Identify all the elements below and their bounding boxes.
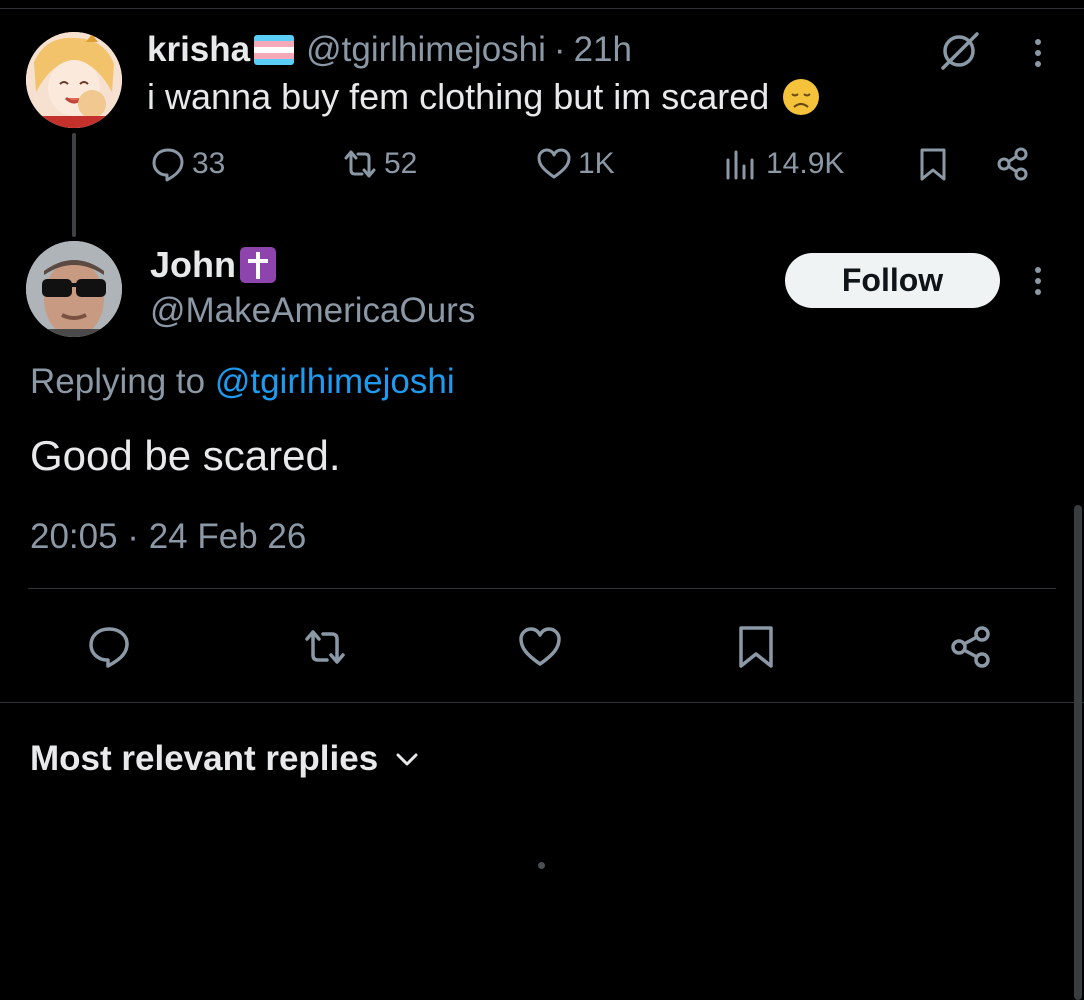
latin-cross-icon: [240, 247, 276, 283]
share-button[interactable]: [948, 624, 994, 670]
repost-button[interactable]: [302, 624, 348, 670]
parent-tweet-text: i wanna buy fem clothing but im scared: [147, 76, 770, 117]
bookmark-button[interactable]: [733, 624, 779, 670]
repost-button[interactable]: 52: [342, 146, 417, 182]
reply-count: 33: [192, 147, 226, 180]
view-count: 14.9K: [766, 147, 845, 180]
grok-icon[interactable]: [938, 28, 982, 72]
avatar-john[interactable]: [26, 241, 122, 337]
reply-display-name-row[interactable]: John: [150, 244, 276, 286]
share-icon: [997, 147, 1028, 181]
heart-icon: [537, 148, 571, 179]
separator-dot: ·: [553, 30, 566, 69]
profile-photo-image: [26, 241, 122, 337]
like-button[interactable]: [517, 624, 563, 670]
replying-to-prefix: Replying to: [30, 362, 215, 401]
bookmark-icon: [739, 626, 773, 668]
parent-tweet-header: krisha @tgirlhimejoshi · 21h: [147, 28, 632, 72]
like-button[interactable]: 1K: [536, 146, 615, 182]
repost-icon: [305, 630, 345, 664]
bookmark-icon: [920, 148, 946, 181]
anime-avatar-image: [26, 32, 122, 128]
replies-sort-dropdown[interactable]: Most relevant replies: [30, 739, 422, 779]
reply-button[interactable]: [86, 624, 132, 670]
reply-tweet-text: Good be scared.: [30, 432, 341, 479]
like-count: 1K: [578, 147, 615, 180]
scrollbar[interactable]: [1074, 505, 1082, 1000]
bookmark-button[interactable]: [915, 146, 957, 182]
parent-action-bar: 33 52 1K 14.9K: [0, 146, 1084, 190]
replying-to-mention-link[interactable]: @tgirlhimejoshi: [215, 362, 455, 401]
disappointed-face-icon: [783, 79, 820, 115]
loading-indicator: [538, 862, 545, 869]
reply-handle[interactable]: @MakeAmericaOurs: [150, 291, 475, 331]
chevron-down-icon: [396, 753, 418, 766]
reply-timestamp[interactable]: 20:05 · 24 Feb 26: [30, 517, 306, 557]
trans-flag-icon: [254, 35, 295, 65]
replies-sort-label: Most relevant replies: [30, 739, 379, 778]
divider: [0, 702, 1084, 703]
views-button[interactable]: 14.9K: [724, 146, 844, 182]
divider: [28, 588, 1056, 589]
follow-button[interactable]: Follow: [785, 253, 1000, 308]
replying-to-line: Replying to @tgirlhimejoshi: [30, 362, 455, 402]
top-divider: [0, 8, 1084, 9]
reply-icon: [152, 148, 184, 182]
parent-handle[interactable]: @tgirlhimejoshi: [306, 30, 546, 70]
reply-display-name[interactable]: John: [150, 244, 236, 286]
more-options-icon[interactable]: [1024, 34, 1052, 74]
repost-count: 52: [384, 147, 418, 180]
reply-button[interactable]: 33: [150, 146, 225, 182]
share-button[interactable]: [995, 146, 1037, 182]
avatar-krisha[interactable]: [26, 32, 122, 128]
more-options-icon[interactable]: [1024, 262, 1052, 302]
parent-tweet-text-row: i wanna buy fem clothing but im scared: [147, 76, 821, 118]
parent-time[interactable]: 21h: [574, 30, 632, 70]
views-chart-icon: [726, 150, 754, 180]
parent-display-name[interactable]: krisha: [147, 30, 250, 70]
heart-icon: [519, 627, 561, 666]
repost-icon: [344, 150, 376, 178]
reply-icon: [89, 627, 129, 668]
share-icon: [951, 626, 990, 668]
